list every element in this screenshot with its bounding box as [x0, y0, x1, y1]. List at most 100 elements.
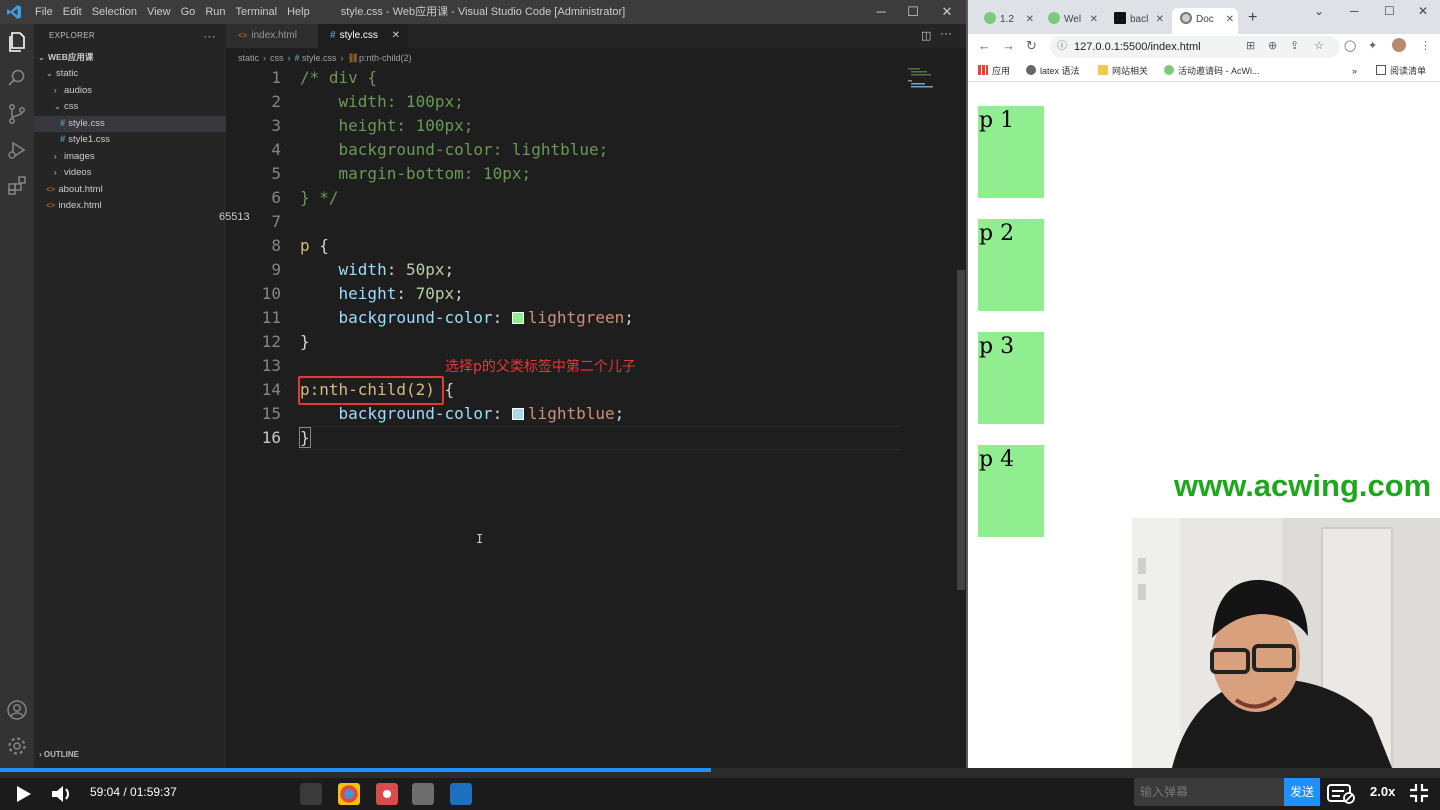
exit-fullscreen-icon[interactable]	[1408, 782, 1430, 804]
css-value: 50px	[405, 260, 445, 279]
close-icon[interactable]: ✕	[1418, 4, 1428, 18]
line-number: 4	[271, 140, 281, 159]
minimize-icon[interactable]: ─	[1350, 4, 1359, 18]
editor-scrollbar[interactable]	[956, 48, 966, 768]
menu-go[interactable]: Go	[176, 0, 201, 24]
line-number: 2	[271, 92, 281, 111]
color-swatch-lightblue[interactable]	[511, 408, 524, 420]
reload-icon[interactable]: ↻	[1026, 38, 1037, 54]
playback-speed[interactable]: 2.0x	[1370, 778, 1395, 806]
extensions-icon[interactable]	[5, 174, 29, 198]
breadcrumb-item[interactable]: p:nth-child(2)	[359, 53, 412, 63]
annotation-text: 选择p的父类标签中第二个儿子	[445, 359, 636, 375]
color-swatch-lightgreen[interactable]	[511, 312, 524, 324]
play-icon[interactable]	[12, 783, 34, 805]
share-icon[interactable]: ⇪	[1290, 39, 1299, 52]
menu-kebab-icon[interactable]: ⋮	[1420, 39, 1431, 52]
maximize-icon[interactable]: ☐	[896, 0, 930, 24]
menu-selection[interactable]: Selection	[87, 0, 142, 24]
tab-search-icon[interactable]: ⌄	[1314, 4, 1324, 18]
settings-gear-icon[interactable]	[5, 734, 29, 758]
bookmark-item-apps[interactable]: 应用	[978, 60, 1010, 82]
vscode-taskbar-icon[interactable]	[450, 783, 472, 805]
tree-item-static[interactable]: ⌄ static	[34, 66, 226, 83]
tab-index-html[interactable]: <> index.html	[226, 24, 318, 48]
close-icon[interactable]: ✕	[930, 0, 964, 24]
new-tab-icon[interactable]: +	[1248, 9, 1257, 27]
account-icon[interactable]	[5, 698, 29, 722]
menu-view[interactable]: View	[142, 0, 176, 24]
close-tab-icon[interactable]: ✕	[1026, 8, 1034, 32]
more-bookmarks-icon[interactable]: »	[1352, 60, 1357, 82]
breadcrumb-item[interactable]: static	[238, 53, 259, 63]
breadcrumb-item[interactable]: css	[270, 53, 284, 63]
code-editor[interactable]: 1 2 3 4 5 6 7 8 9 10 11 12 13 14 15 16 /…	[226, 66, 956, 768]
explorer-icon[interactable]	[5, 30, 29, 54]
close-tab-icon[interactable]: ✕	[1226, 8, 1234, 32]
maximize-icon[interactable]: ☐	[1384, 4, 1395, 18]
bookmark-star-icon[interactable]: ☆	[1314, 39, 1324, 52]
video-progress-bar[interactable]	[0, 768, 1440, 778]
browser-tab[interactable]: Wel ✕	[1040, 8, 1102, 34]
line-number: 15	[261, 404, 281, 423]
reading-list[interactable]: 阅读清单	[1376, 60, 1426, 82]
chrome-icon[interactable]	[338, 783, 360, 805]
scrollbar-thumb[interactable]	[957, 270, 965, 590]
browser-tab[interactable]: 1.2 ✕	[976, 8, 1038, 34]
taskbar-app-icon[interactable]	[376, 783, 398, 805]
close-tab-icon[interactable]: ✕	[1156, 8, 1164, 32]
send-danmaku-button[interactable]: 发送	[1284, 778, 1320, 806]
menu-terminal[interactable]: Terminal	[231, 0, 283, 24]
menu-help[interactable]: Help	[282, 0, 315, 24]
tab-style-css[interactable]: # style.css ✕	[318, 24, 408, 48]
css-file-icon: #	[60, 117, 66, 129]
extensions-puzzle-icon[interactable]: ✦	[1368, 39, 1377, 52]
site-info-icon[interactable]: ⓘ	[1057, 36, 1067, 58]
more-actions-icon[interactable]: ···	[940, 26, 952, 40]
tree-item-about-html[interactable]: <> about.html	[34, 182, 226, 199]
extension-circle-icon[interactable]: ◯	[1344, 39, 1356, 52]
run-debug-icon[interactable]	[5, 138, 29, 162]
forward-arrow-icon[interactable]: →	[1002, 38, 1015, 53]
menu-file[interactable]: File	[30, 0, 58, 24]
profile-avatar[interactable]	[1392, 38, 1406, 52]
css-property: background-color	[338, 404, 493, 423]
split-editor-icon[interactable]: ◫	[921, 29, 931, 42]
more-actions-icon[interactable]: ···	[203, 24, 216, 48]
tree-item-style1-css[interactable]: # style1.css	[34, 132, 226, 149]
outline-label: OUTLINE	[43, 750, 79, 759]
bookmark-item-acwing[interactable]: 活动邀请码 - AcWi...	[1164, 60, 1260, 82]
translate-icon[interactable]: ⊞	[1246, 39, 1255, 52]
browser-tab-active[interactable]: Doc ✕	[1172, 8, 1238, 34]
search-icon[interactable]	[5, 66, 29, 90]
danmaku-toggle-icon[interactable]	[1326, 782, 1356, 804]
zoom-icon[interactable]: ⊕	[1268, 39, 1277, 52]
minimap[interactable]	[906, 66, 946, 96]
browser-tab[interactable]: bacl ✕	[1106, 8, 1168, 34]
source-control-icon[interactable]	[5, 102, 29, 126]
back-arrow-icon[interactable]: ←	[978, 38, 991, 53]
tree-item-videos[interactable]: › videos	[34, 165, 226, 182]
minimize-icon[interactable]: ─	[864, 0, 898, 24]
menu-run[interactable]: Run	[200, 0, 230, 24]
tree-item-images[interactable]: › images	[34, 149, 226, 166]
danmaku-input[interactable]	[1134, 778, 1284, 806]
explorer-header: EXPLORER ···	[34, 24, 226, 48]
bookmark-folder-sites[interactable]: 网站相关	[1098, 60, 1148, 82]
breadcrumb-item[interactable]: style.css	[302, 53, 337, 63]
tree-item-index-html[interactable]: <> index.html	[34, 198, 226, 215]
menu-edit[interactable]: Edit	[58, 0, 87, 24]
close-tab-icon[interactable]: ✕	[1090, 8, 1098, 32]
volume-icon[interactable]	[50, 784, 72, 804]
taskbar-app-icon[interactable]	[412, 783, 434, 805]
code-line: margin-bottom: 10px;	[300, 164, 532, 183]
tree-item-style-css[interactable]: # style.css	[34, 115, 226, 132]
tree-item-audios[interactable]: › audios	[34, 83, 226, 100]
bookmark-item-latex[interactable]: latex 语法	[1026, 60, 1080, 82]
workspace-root[interactable]: ⌄ WEB应用课	[34, 49, 226, 66]
tree-item-css[interactable]: ⌄ css	[34, 99, 226, 116]
taskbar-app-icon[interactable]	[300, 783, 322, 805]
outline-section[interactable]: › OUTLINE	[34, 748, 226, 762]
close-tab-icon[interactable]: ✕	[392, 24, 400, 48]
site-favicon-icon	[984, 12, 996, 24]
